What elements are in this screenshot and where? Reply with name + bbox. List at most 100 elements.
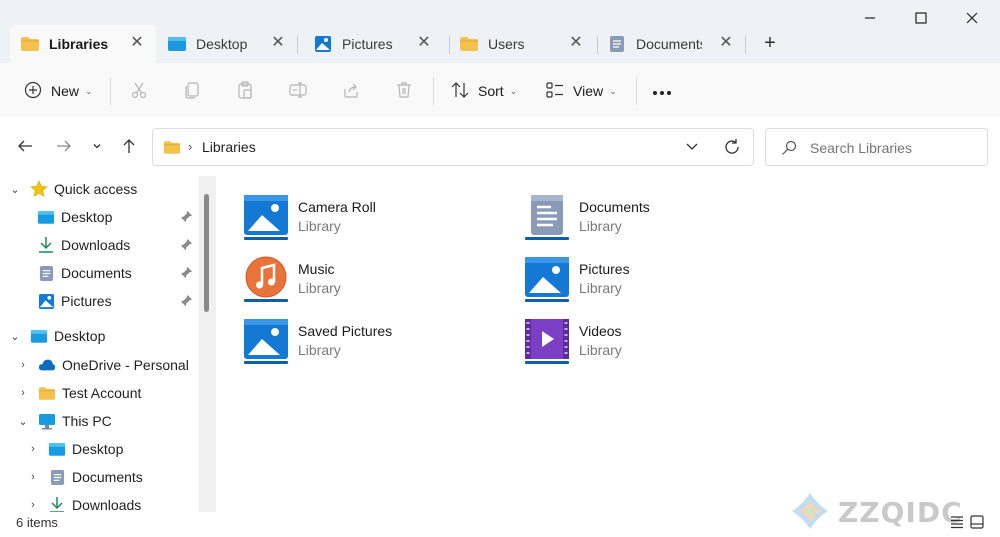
arrow-right-icon [56,138,72,157]
close-window-button[interactable] [960,6,984,30]
star-icon [30,180,48,198]
refresh-icon[interactable] [723,138,741,159]
close-tab-icon[interactable]: ✕ [415,34,433,52]
nav-quick-desktop[interactable]: Desktop [37,205,112,229]
pin-icon[interactable] [180,238,194,252]
tab-desktop[interactable]: Desktop ✕ [157,25,297,63]
chevron-right-icon[interactable]: › [16,359,30,371]
nav-this-pc[interactable]: ⌄ This PC [16,409,112,433]
tab-documents[interactable]: Documents ✕ [597,25,745,63]
nav-pc-desktop[interactable]: › Desktop [26,437,123,461]
nav-onedrive[interactable]: › OneDrive - Personal [16,353,189,377]
delete-button[interactable] [395,76,413,106]
folder-icon [20,35,40,53]
chevron-down-icon[interactable]: ⌄ [16,415,30,428]
sort-button[interactable]: Sort ⌄ [451,76,517,106]
title-bar: Libraries ✕ Desktop ✕ Pictures ✕ Users ✕… [0,0,1000,63]
search-input[interactable] [810,138,980,158]
library-item-saved-pictures[interactable]: Saved Pictures Library [242,317,502,369]
recent-locations-button[interactable] [86,136,108,158]
pin-icon[interactable] [180,210,194,224]
pictures-library-icon [242,193,290,241]
pin-icon[interactable] [180,266,194,280]
ellipsis-icon [652,83,672,99]
rename-icon [289,81,307,102]
nav-quick-documents[interactable]: Documents [37,261,132,285]
address-history-button[interactable] [685,139,699,156]
nav-pc-downloads[interactable]: › Downloads [26,493,141,512]
share-button[interactable] [342,76,360,106]
chevron-down-icon[interactable]: ⌄ [8,330,22,343]
close-tab-icon[interactable]: ✕ [128,34,146,52]
folder-icon [163,140,181,158]
cut-button[interactable] [130,76,148,106]
library-item-music[interactable]: Music Library [242,255,502,307]
toolbar-divider [110,77,111,105]
downloads-icon [37,236,55,254]
new-button[interactable]: New ⌄ [24,76,93,106]
paste-button[interactable] [236,76,254,106]
rename-button[interactable] [289,76,307,106]
chevron-right-icon[interactable]: › [26,499,40,511]
pin-icon[interactable] [180,294,194,308]
tab-pictures[interactable]: Pictures ✕ [303,25,443,63]
back-button[interactable] [14,136,36,158]
tab-libraries[interactable]: Libraries ✕ [10,25,156,63]
command-bar: New ⌄ Sort ⌄ View ⌄ [0,63,1000,117]
search-box[interactable] [765,128,988,166]
new-tab-button[interactable]: + [758,32,782,56]
tab-divider [297,36,298,54]
nav-pc-documents[interactable]: › Documents [26,465,143,489]
breadcrumb-chevron-icon: › [188,139,193,154]
scissors-icon [130,81,148,102]
nav-test-account[interactable]: › Test Account [16,381,141,405]
library-item-camera-roll[interactable]: Camera Roll Library [242,193,502,245]
music-library-icon [242,255,290,303]
more-options-button[interactable] [652,76,672,106]
desktop-icon [167,35,187,53]
nav-quick-pictures[interactable]: Pictures [37,289,112,313]
library-item-documents[interactable]: Documents Library [523,193,783,245]
cloud-icon [38,356,56,374]
folder-icon [38,384,56,402]
maximize-button[interactable] [909,6,933,30]
forward-button[interactable] [53,136,75,158]
chevron-down-icon [91,139,103,155]
details-view-icon[interactable] [950,515,964,532]
close-tab-icon[interactable]: ✕ [567,34,585,52]
documents-icon [48,468,66,486]
chevron-down-icon[interactable]: ⌄ [8,183,22,196]
breadcrumb[interactable]: Libraries [202,139,256,155]
tab-users[interactable]: Users ✕ [449,25,595,63]
desktop-icon [48,440,66,458]
close-tab-icon[interactable]: ✕ [269,34,287,52]
library-item-pictures[interactable]: Pictures Library [523,255,783,307]
nav-scrollbar-thumb[interactable] [204,194,209,312]
copy-button[interactable] [183,76,201,106]
downloads-icon [48,496,66,512]
close-tab-icon[interactable]: ✕ [717,34,735,52]
navigation-pane: ⌄ Quick access Desktop Downloads Documen… [0,176,200,512]
computer-icon [38,412,56,430]
desktop-icon [37,208,55,226]
view-button[interactable]: View ⌄ [546,76,617,106]
nav-desktop[interactable]: ⌄ Desktop [8,324,105,348]
nav-quick-downloads[interactable]: Downloads [37,233,130,257]
pictures-library-icon [523,255,571,303]
nav-quick-access[interactable]: ⌄ Quick access [8,177,137,201]
search-icon [781,140,797,159]
address-bar[interactable]: › Libraries [152,128,754,166]
chevron-down-icon: ⌄ [85,85,93,96]
up-button[interactable] [118,136,140,158]
minimize-button[interactable] [858,6,882,30]
chevron-right-icon[interactable]: › [26,443,40,455]
tiles-view-icon[interactable] [970,515,984,532]
status-item-count: 6 items [16,515,58,530]
pictures-icon [37,292,55,310]
watermark-icon [788,491,832,534]
desktop-icon [30,327,48,345]
chevron-down-icon: ⌄ [509,85,518,96]
chevron-right-icon[interactable]: › [16,387,30,399]
library-item-videos[interactable]: Videos Library [523,317,783,369]
chevron-right-icon[interactable]: › [26,471,40,483]
